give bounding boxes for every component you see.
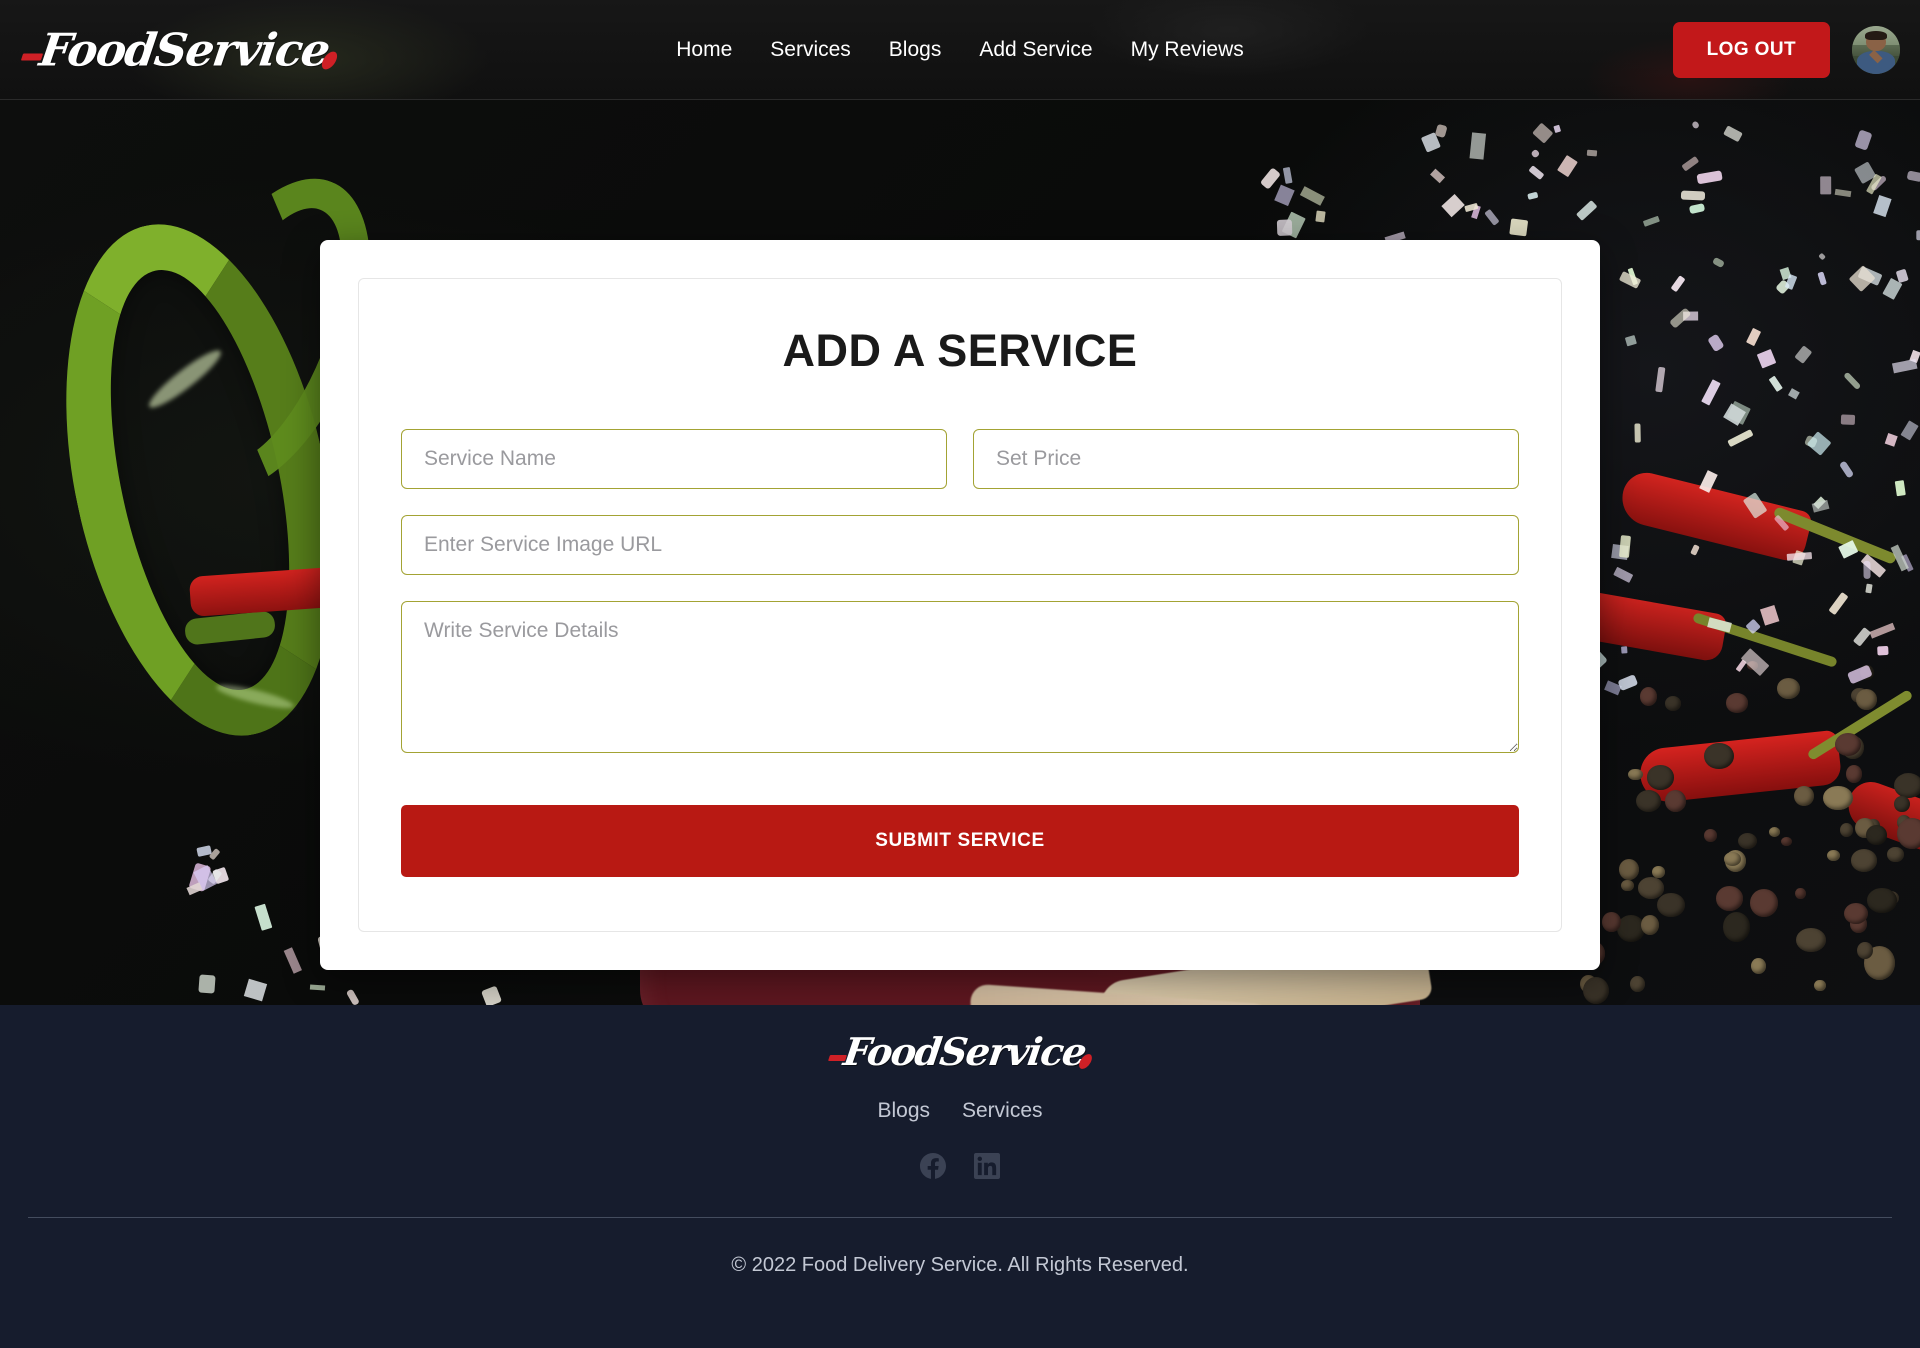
form-row-name-price <box>401 429 1519 489</box>
footer-divider <box>28 1217 1892 1218</box>
linkedin-icon[interactable] <box>974 1153 1000 1179</box>
copyright-text: © 2022 Food Delivery Service. All Rights… <box>731 1254 1189 1276</box>
service-details-textarea[interactable] <box>401 601 1519 753</box>
logout-button[interactable]: LOG OUT <box>1672 21 1830 78</box>
nav-item-blogs[interactable]: Blogs <box>889 38 942 62</box>
add-service-card: ADD A SERVICE SUBMIT SERVICE <box>320 240 1600 970</box>
footer-link-blogs[interactable]: Blogs <box>877 1099 930 1123</box>
nav-item-home[interactable]: Home <box>676 38 732 62</box>
nav-item-my-reviews[interactable]: My Reviews <box>1131 38 1244 62</box>
site-footer: FoodService Blogs Services © 2022 Food D… <box>0 1005 1920 1348</box>
footer-link-services[interactable]: Services <box>962 1099 1043 1123</box>
form-row-details <box>401 601 1519 753</box>
footer-nav: Blogs Services <box>0 1099 1920 1123</box>
page-root: FoodService Home Services Blogs Add Serv… <box>0 0 1920 1348</box>
social-links <box>0 1153 1920 1179</box>
footer-logo[interactable]: FoodService <box>828 1029 1095 1074</box>
page-title: ADD A SERVICE <box>782 325 1138 376</box>
avatar[interactable] <box>1852 25 1900 74</box>
site-header: FoodService Home Services Blogs Add Serv… <box>0 0 1920 100</box>
green-chili <box>23 150 411 800</box>
add-service-card-inner: ADD A SERVICE SUBMIT SERVICE <box>358 278 1562 932</box>
form-row-image-url <box>401 515 1519 575</box>
facebook-icon[interactable] <box>920 1153 946 1179</box>
nav-item-services[interactable]: Services <box>770 38 851 62</box>
submit-service-button[interactable]: SUBMIT SERVICE <box>401 805 1519 877</box>
logo-wordmark: FoodService <box>36 23 333 76</box>
header-actions: LOG OUT <box>1672 21 1900 78</box>
nav-item-add-service[interactable]: Add Service <box>979 38 1092 62</box>
main-nav: Home Services Blogs Add Service My Revie… <box>676 38 1244 62</box>
set-price-input[interactable] <box>973 429 1519 489</box>
header-logo[interactable]: FoodService <box>20 23 340 76</box>
service-name-input[interactable] <box>401 429 947 489</box>
service-image-url-input[interactable] <box>401 515 1519 575</box>
footer-logo-wordmark: FoodService <box>841 1029 1089 1074</box>
avatar-hair <box>1865 31 1887 40</box>
hero-section: ADD A SERVICE SUBMIT SERVICE <box>0 100 1920 1005</box>
